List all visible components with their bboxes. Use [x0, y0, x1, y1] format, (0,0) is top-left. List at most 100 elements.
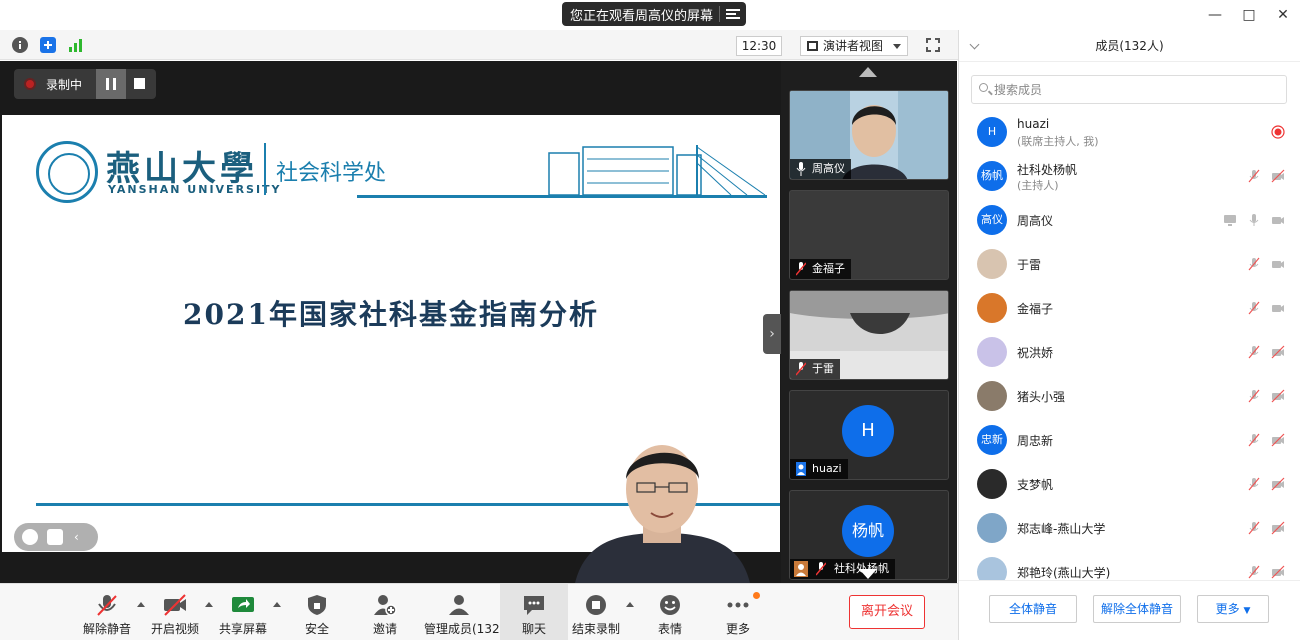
emoji-icon[interactable] [22, 529, 38, 545]
shield-icon[interactable] [40, 37, 56, 53]
member-status-icons [1271, 125, 1285, 139]
unmute-button[interactable]: 解除静音 [72, 584, 142, 640]
member-role: (主持人) [1017, 179, 1059, 192]
scroll-up-icon[interactable] [859, 67, 877, 77]
recording-options-caret-icon[interactable] [626, 602, 634, 607]
member-row[interactable]: 杨帆 社科处杨帆 (主持人) [959, 154, 1300, 198]
viewing-banner[interactable]: 您正在观看周高仪的屏幕 [562, 2, 747, 26]
avatar: H [977, 117, 1007, 147]
invite-label: 邀请 [372, 622, 397, 636]
avatar: 忠新 [977, 425, 1007, 455]
thumbnail-tile[interactable]: 周高仪 [789, 90, 949, 180]
member-status-icons [1247, 301, 1285, 315]
member-name: 社科处杨帆 [1017, 163, 1078, 177]
chat-bubble-icon[interactable] [47, 529, 63, 545]
member-row[interactable]: 于雷 [959, 242, 1300, 286]
member-status-icons [1247, 169, 1285, 183]
shield-icon [308, 595, 326, 615]
panel-more-label: 更多 [1215, 602, 1240, 616]
member-row[interactable]: 忠新 周忠新 [959, 418, 1300, 462]
member-row[interactable]: Hhuazi (联席主持人, 我) [959, 110, 1300, 154]
signal-icon[interactable] [68, 37, 84, 53]
security-button[interactable]: 安全 [282, 584, 352, 640]
video-icon[interactable] [1271, 301, 1285, 315]
video-off-icon[interactable] [1271, 565, 1285, 579]
maximize-icon[interactable]: □ [1232, 0, 1266, 30]
info-icon[interactable] [12, 37, 28, 53]
pause-recording-button[interactable] [96, 69, 126, 99]
video-off-icon [164, 594, 186, 616]
start-video-button[interactable]: 开启视频 [140, 584, 210, 640]
collapse-thumbnails-handle[interactable]: › [763, 314, 781, 354]
video-off-icon[interactable] [1271, 521, 1285, 535]
video-off-icon[interactable] [1271, 345, 1285, 359]
video-off-icon[interactable] [1271, 169, 1285, 183]
reactions-button[interactable]: 表情 [635, 584, 705, 640]
video-off-icon[interactable] [1271, 477, 1285, 491]
member-row[interactable]: 祝洪娇 [959, 330, 1300, 374]
minimize-icon[interactable]: — [1198, 0, 1232, 30]
member-row[interactable]: 猪头小强 [959, 374, 1300, 418]
logo-divider [264, 143, 266, 195]
video-off-icon[interactable] [1271, 433, 1285, 447]
chat-button[interactable]: 聊天 [500, 584, 568, 640]
slide-title: 2021年国家社科基金指南分析 [183, 298, 599, 331]
chat-label: 聊天 [521, 622, 546, 636]
more-button[interactable]: 更多 [703, 584, 773, 640]
invite-button[interactable]: 邀请 [350, 584, 420, 640]
mic-muted-icon[interactable] [1247, 389, 1261, 403]
manage-members-button[interactable]: 管理成员(132) [424, 584, 504, 640]
mic-muted-icon[interactable] [1247, 433, 1261, 447]
mic-muted-icon [796, 262, 806, 276]
share-options-caret-icon[interactable] [273, 602, 281, 607]
floating-chat-pill[interactable]: ‹ [14, 523, 98, 551]
video-icon[interactable] [1271, 213, 1285, 227]
stop-recording-icon[interactable] [134, 78, 145, 89]
mic-muted-icon[interactable] [1247, 345, 1261, 359]
chevron-down-icon[interactable] [969, 39, 980, 50]
shared-screen-area: 燕山大學 YANSHAN UNIVERSITY 社会科学处 2021年国家社科基… [0, 61, 781, 583]
mic-icon[interactable] [1247, 213, 1261, 227]
thumbnail-tile[interactable]: 杨帆 社科处杨帆 [789, 490, 949, 580]
member-row[interactable]: 郑志峰-燕山大学 [959, 506, 1300, 550]
video-icon[interactable] [1271, 257, 1285, 271]
member-name: 于雷 [1017, 258, 1042, 272]
participant-name: huazi [812, 462, 842, 475]
member-name: 郑艳玲(燕山大学) [1017, 566, 1111, 580]
more-dots-icon [727, 602, 749, 608]
mic-muted-icon[interactable] [1247, 565, 1261, 579]
panel-more-button[interactable]: 更多 ▼ [1197, 595, 1269, 623]
leave-meeting-button[interactable]: 离开会议 [849, 595, 925, 629]
thumbnail-tile[interactable]: 金福子 [789, 190, 949, 280]
unmute-all-button[interactable]: 解除全体静音 [1093, 595, 1181, 623]
recording-indicator: 录制中 [14, 69, 156, 99]
member-row[interactable]: 高仪 周高仪 [959, 198, 1300, 242]
mute-all-button[interactable]: 全体静音 [989, 595, 1077, 623]
scroll-down-icon[interactable] [859, 569, 877, 579]
member-row[interactable]: 金福子 [959, 286, 1300, 330]
member-search[interactable] [971, 75, 1287, 104]
mic-muted-icon[interactable] [1247, 301, 1261, 315]
fullscreen-icon[interactable] [926, 38, 940, 52]
thumbnail-tile[interactable]: 于雷 [789, 290, 949, 380]
security-label: 安全 [304, 622, 329, 636]
member-status-icons [1247, 257, 1285, 271]
member-row[interactable]: 支梦帆 [959, 462, 1300, 506]
banner-menu-icon[interactable] [726, 9, 741, 19]
collapse-chevron-icon[interactable]: ‹ [74, 529, 90, 545]
member-search-input[interactable] [994, 79, 1274, 100]
user-icon [794, 561, 808, 577]
close-icon[interactable]: ✕ [1266, 0, 1300, 30]
share-screen-button[interactable]: 共享屏幕 [208, 584, 278, 640]
mic-muted-icon[interactable] [1247, 477, 1261, 491]
avatar [977, 513, 1007, 543]
mic-muted-icon[interactable] [1247, 257, 1261, 271]
mic-muted-icon[interactable] [1247, 169, 1261, 183]
thumbnail-tile[interactable]: H huazi [789, 390, 949, 480]
mic-muted-icon[interactable] [1247, 521, 1261, 535]
stop-recording-button[interactable]: 结束录制 [561, 584, 631, 640]
member-row[interactable]: 郑艳玲(燕山大学) [959, 550, 1300, 580]
mic-icon [796, 162, 806, 176]
video-off-icon[interactable] [1271, 389, 1285, 403]
view-mode-dropdown[interactable]: 演讲者视图 [800, 36, 908, 56]
